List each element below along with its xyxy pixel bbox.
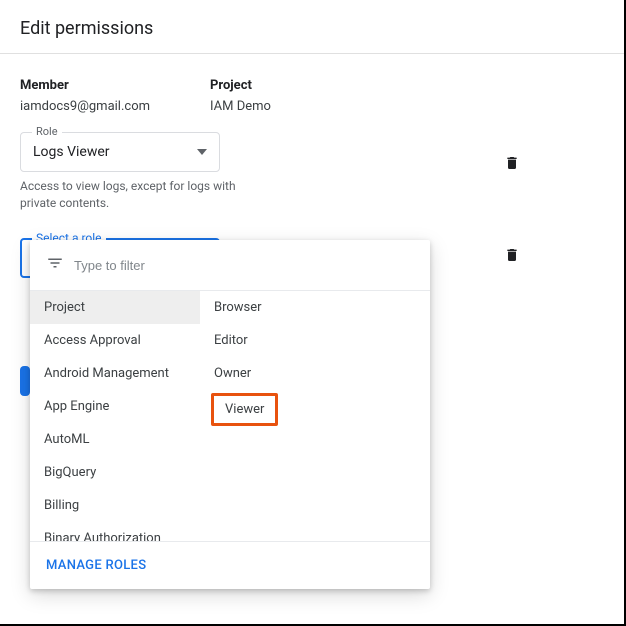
project-label: Project: [210, 78, 271, 93]
member-value: iamdocs9@gmail.com: [20, 99, 150, 114]
service-list[interactable]: ProjectAccess ApprovalAndroid Management…: [30, 291, 200, 541]
service-item[interactable]: Access Approval: [30, 324, 200, 357]
service-item[interactable]: Project: [30, 291, 200, 324]
delete-role-1-button[interactable]: [504, 154, 520, 172]
page-title: Edit permissions: [0, 0, 624, 53]
service-item[interactable]: App Engine: [30, 390, 200, 423]
filter-bar: [30, 240, 430, 291]
role-item[interactable]: Viewer: [211, 393, 278, 426]
dropdown-caret-icon: [197, 149, 207, 155]
trash-icon: [504, 246, 520, 264]
trash-icon: [504, 154, 520, 172]
role-list: BrowserEditorOwnerViewer: [200, 291, 430, 541]
role-item[interactable]: Owner: [200, 357, 430, 390]
primary-button-partial[interactable]: [20, 366, 30, 396]
member-label: Member: [20, 78, 150, 93]
service-item[interactable]: Billing: [30, 489, 200, 522]
project-column: Project IAM Demo: [210, 78, 271, 114]
project-value: IAM Demo: [210, 99, 271, 114]
member-project-row: Member iamdocs9@gmail.com Project IAM De…: [20, 78, 604, 114]
member-column: Member iamdocs9@gmail.com: [20, 78, 150, 114]
manage-roles-link[interactable]: MANAGE ROLES: [30, 541, 430, 589]
service-item[interactable]: Binary Authorization: [30, 522, 200, 541]
role-1-select[interactable]: Logs Viewer: [20, 132, 220, 172]
role-picker-lists: ProjectAccess ApprovalAndroid Management…: [30, 291, 430, 541]
filter-list-icon: [46, 254, 64, 276]
role-item[interactable]: Editor: [200, 324, 430, 357]
role-1-label: Role: [32, 125, 62, 138]
role-1-helper-text: Access to view logs, except for logs wit…: [20, 178, 270, 212]
role-item[interactable]: Browser: [200, 291, 430, 324]
role-picker-popover: ProjectAccess ApprovalAndroid Management…: [30, 240, 430, 589]
role-filter-input[interactable]: [74, 258, 414, 273]
service-item[interactable]: AutoML: [30, 423, 200, 456]
role-1-value: Logs Viewer: [33, 144, 110, 160]
delete-role-2-button[interactable]: [504, 246, 520, 264]
service-item[interactable]: Android Management: [30, 357, 200, 390]
service-item[interactable]: BigQuery: [30, 456, 200, 489]
